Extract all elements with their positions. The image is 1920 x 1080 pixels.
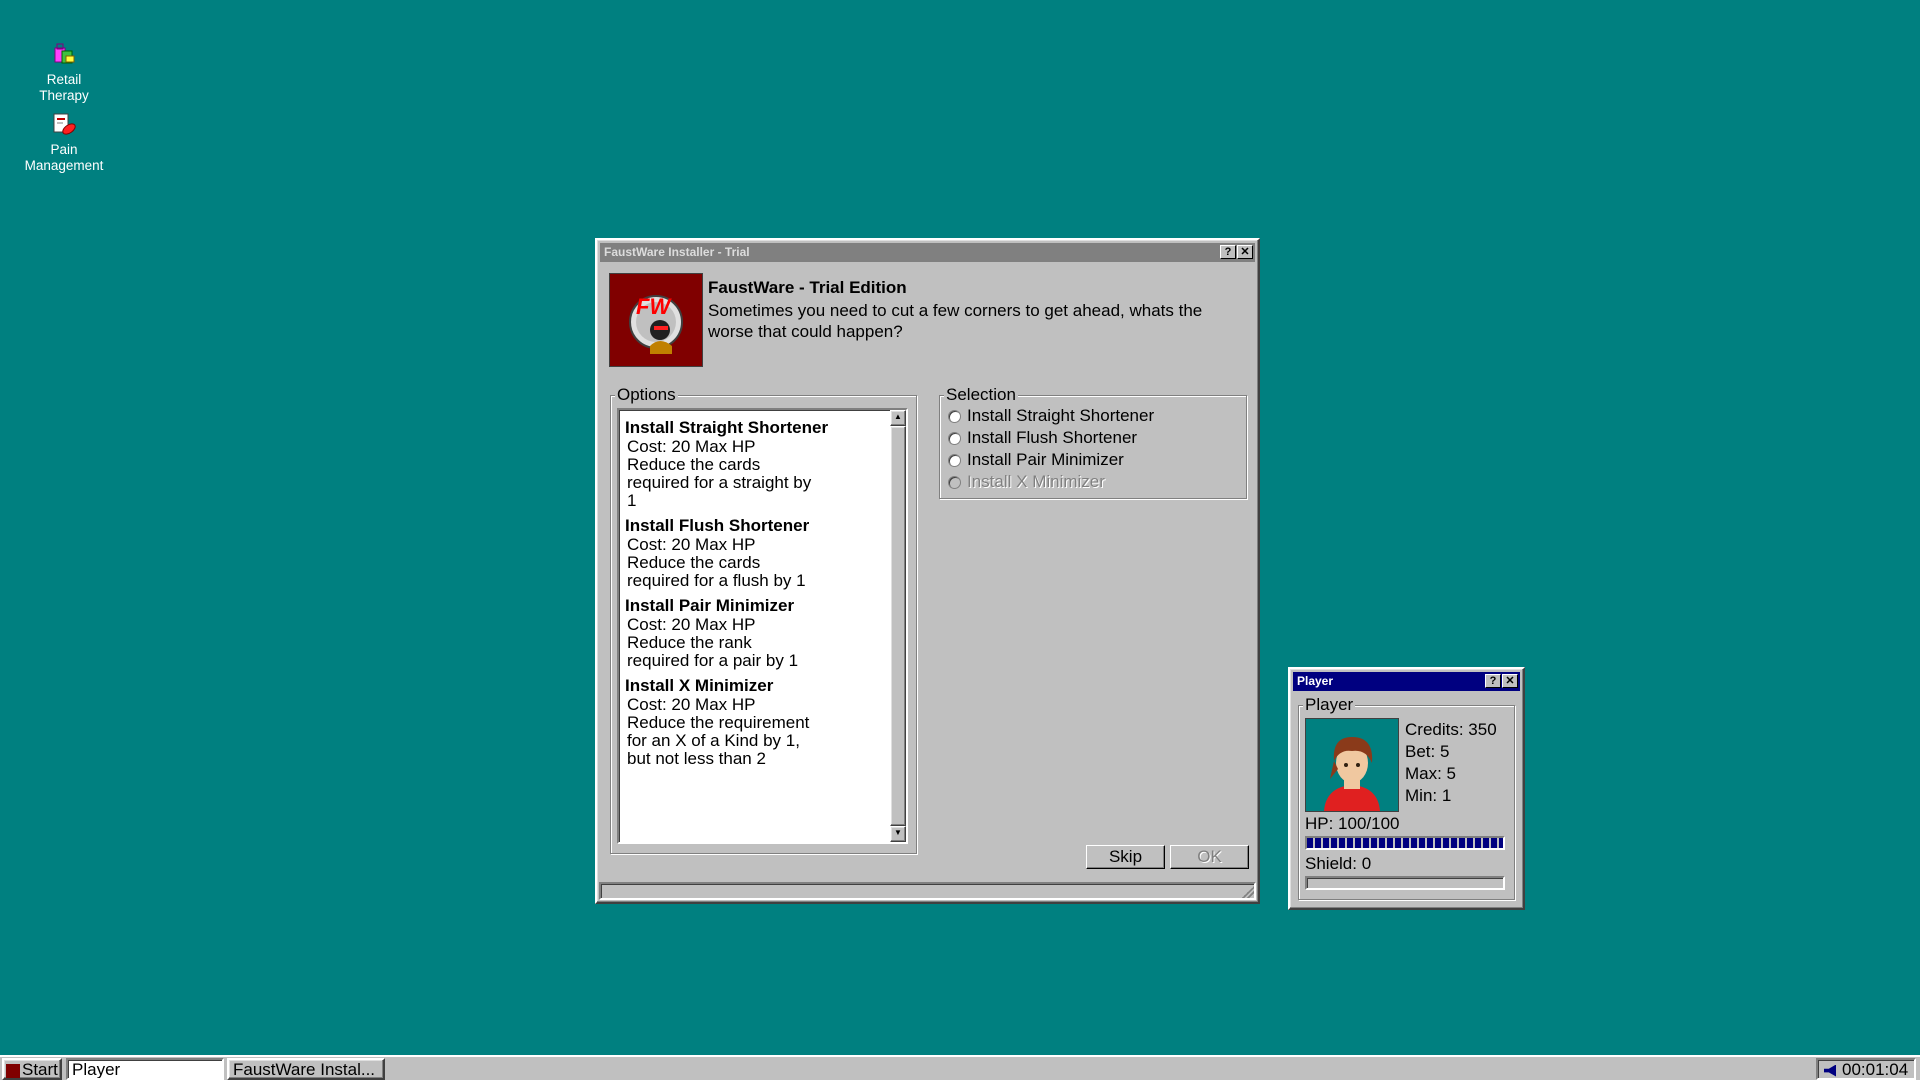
player-group: Player Credits: 350 Bet: 5 Max: 5 Min: 1…	[1298, 695, 1515, 900]
taskbar-item-faustware-installer[interactable]: FaustWare Instal...	[227, 1058, 385, 1080]
option-line: Reduce the requirement	[627, 713, 810, 732]
installer-window: FaustWare Installer - Trial ? ✕ FW Faust…	[595, 238, 1260, 904]
player-avatar	[1305, 718, 1399, 812]
window-title: FaustWare Installer - Trial	[604, 245, 750, 259]
radio-straight-shortener[interactable]: Install Straight Shortener	[948, 406, 1154, 426]
radio-button[interactable]	[948, 431, 961, 445]
radio-x-minimizer: Install X Minimizer	[948, 472, 1105, 492]
desktop-icon-label: Management	[24, 158, 104, 173]
min-label: Min: 1	[1405, 786, 1452, 805]
start-icon	[6, 1063, 20, 1078]
help-button[interactable]: ?	[1220, 245, 1236, 259]
window-title: Player	[1297, 674, 1334, 688]
radio-pair-minimizer[interactable]: Install Pair Minimizer	[948, 450, 1124, 470]
scroll-thumb[interactable]	[890, 426, 906, 826]
option-item: Install Pair Minimizer Cost: 20 Max HP R…	[625, 596, 875, 670]
pills-icon	[49, 110, 79, 140]
taskbar-item-player[interactable]: Player	[66, 1058, 224, 1080]
option-item: Install X Minimizer Cost: 20 Max HP Redu…	[625, 676, 875, 768]
desktop-icon-retail-therapy[interactable]: Retail Therapy	[19, 40, 109, 104]
option-title: Install X Minimizer	[625, 676, 774, 695]
max-label: Max: 5	[1405, 764, 1457, 783]
bet-label: Bet: 5	[1405, 742, 1450, 761]
option-item: Install Straight Shortener Cost: 20 Max …	[625, 418, 875, 510]
hp-bar-fill	[1307, 838, 1503, 848]
shield-label: Shield: 0	[1305, 854, 1372, 873]
start-button[interactable]: Start	[2, 1058, 62, 1080]
system-tray: 00:01:04	[1816, 1058, 1916, 1080]
help-button[interactable]: ?	[1485, 674, 1501, 688]
radio-label: Install X Minimizer	[967, 472, 1105, 491]
logo-text: FW	[636, 294, 671, 319]
options-scrollbar[interactable]: ▲ ▼	[890, 410, 906, 842]
player-group-label: Player	[1303, 695, 1356, 715]
option-line: Cost: 20 Max HP	[627, 695, 756, 714]
desktop-icon-label: Therapy	[39, 88, 89, 103]
radio-button[interactable]	[948, 453, 961, 467]
tagline: Sometimes you need to cut a few corners …	[708, 301, 1203, 341]
scroll-up-button[interactable]: ▲	[890, 410, 906, 426]
option-line: Cost: 20 Max HP	[627, 535, 756, 554]
desktop-icon-label: Pain	[50, 142, 78, 157]
option-line: but not less than 2	[627, 749, 766, 768]
option-line: 1	[627, 491, 637, 510]
player-window: Player ? ✕ Player Credits: 350 Bet: 5 Ma…	[1288, 667, 1525, 910]
selection-group: Selection Install Straight Shortener Ins…	[939, 385, 1247, 499]
options-list[interactable]: Install Straight Shortener Cost: 20 Max …	[617, 408, 908, 844]
option-title: Install Straight Shortener	[625, 418, 829, 437]
installer-titlebar[interactable]: FaustWare Installer - Trial ? ✕	[600, 243, 1255, 262]
radio-button	[948, 475, 961, 489]
option-title: Install Pair Minimizer	[625, 596, 795, 615]
status-bar	[599, 882, 1256, 900]
option-title: Install Flush Shortener	[625, 516, 810, 535]
taskbar: Start Player FaustWare Instal... 00:01:0…	[0, 1055, 1920, 1080]
player-titlebar[interactable]: Player ? ✕	[1293, 672, 1520, 691]
desktop-icon-pain-management[interactable]: Pain Management	[19, 110, 109, 174]
close-button[interactable]: ✕	[1502, 674, 1518, 688]
hp-label: HP: 100/100	[1305, 814, 1400, 833]
option-line: for an X of a Kind by 1,	[627, 731, 800, 750]
close-button[interactable]: ✕	[1237, 245, 1253, 259]
options-label: Options	[615, 385, 678, 405]
faustware-logo: FW	[609, 273, 703, 367]
ok-button: OK	[1170, 845, 1249, 869]
option-line: Reduce the cards	[627, 553, 761, 572]
option-line: Cost: 20 Max HP	[627, 437, 756, 456]
option-line: required for a straight by	[627, 473, 812, 492]
skip-button[interactable]: Skip	[1086, 845, 1165, 869]
product-name: FaustWare - Trial Edition	[708, 278, 907, 297]
option-item: Install Flush Shortener Cost: 20 Max HP …	[625, 516, 875, 590]
task-label: FaustWare Instal...	[233, 1060, 376, 1079]
shopping-bags-icon	[49, 40, 79, 70]
radio-label: Install Straight Shortener	[967, 406, 1155, 425]
option-line: Reduce the cards	[627, 455, 761, 474]
option-line: Reduce the rank	[627, 633, 752, 652]
radio-label: Install Pair Minimizer	[967, 450, 1124, 469]
start-label: Start	[22, 1060, 58, 1079]
speaker-icon[interactable]	[1824, 1064, 1836, 1077]
radio-label: Install Flush Shortener	[967, 428, 1138, 447]
desktop-icon-label: Retail	[46, 72, 82, 87]
option-line: Cost: 20 Max HP	[627, 615, 756, 634]
clock: 00:01:04	[1842, 1060, 1909, 1079]
radio-flush-shortener[interactable]: Install Flush Shortener	[948, 428, 1137, 448]
option-line: required for a flush by 1	[627, 571, 806, 590]
scroll-down-button[interactable]: ▼	[890, 826, 906, 842]
shield-bar	[1305, 876, 1505, 890]
credits-label: Credits: 350	[1405, 720, 1497, 739]
options-group: Options Install Straight Shortener Cost:…	[610, 385, 917, 854]
selection-label: Selection	[944, 385, 1018, 405]
resize-grip-icon[interactable]	[1242, 886, 1254, 898]
option-line: required for a pair by 1	[627, 651, 799, 670]
radio-button[interactable]	[948, 409, 961, 423]
hp-bar	[1305, 836, 1505, 850]
task-label: Player	[72, 1060, 121, 1079]
